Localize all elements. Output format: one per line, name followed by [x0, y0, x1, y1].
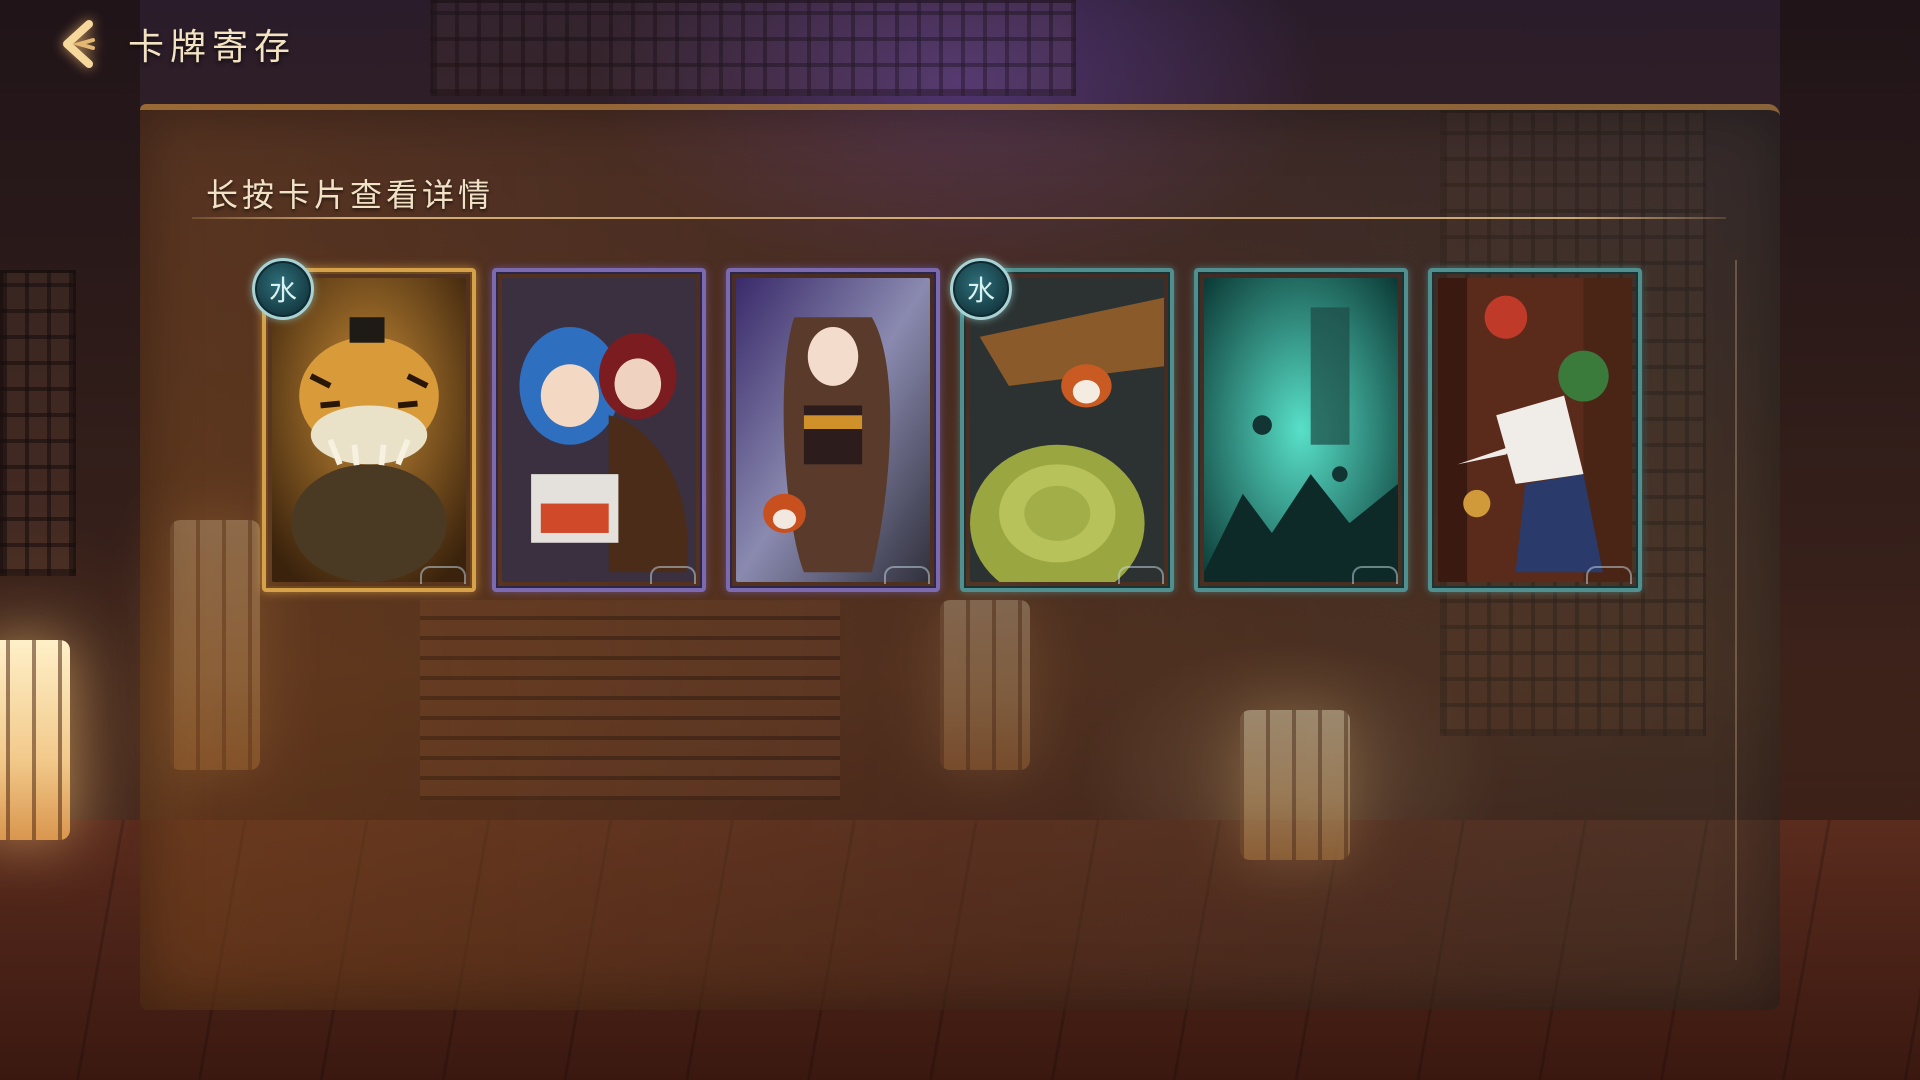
sleeping-blue-haired-girls-art: [502, 278, 696, 582]
game-screen: 卡牌寄存 长按卡片查看详情 水 水: [0, 0, 1920, 1080]
card-corner-ornament: [1118, 566, 1164, 584]
card-row: 水 水: [252, 258, 1662, 596]
background-balcony: [430, 0, 1076, 96]
lantern-left: [0, 640, 70, 840]
card-art: [736, 278, 930, 582]
background-pillar-right: [1780, 0, 1920, 820]
card-6[interactable]: [1428, 268, 1642, 592]
card-5[interactable]: [1194, 268, 1408, 592]
card-corner-ornament: [420, 566, 466, 584]
page-title: 卡牌寄存: [128, 27, 297, 68]
teal-cave-scene-art: [1204, 278, 1398, 582]
panel-divider: [192, 217, 1726, 219]
back-button[interactable]: [44, 14, 114, 74]
water-element-badge: 水: [252, 258, 314, 320]
card-art: [970, 278, 1164, 582]
panel-scroll-track: [1735, 260, 1737, 960]
card-corner-ornament: [1352, 566, 1398, 584]
card-corner-ornament: [1586, 566, 1632, 584]
card-corner-ornament: [650, 566, 696, 584]
tiger-catfish-monster-art: [272, 278, 466, 582]
panel-hint-text: 长按卡片查看详情: [206, 176, 495, 214]
background-window-left: [0, 270, 76, 576]
card-corner-ornament: [884, 566, 930, 584]
water-element-badge: 水: [950, 258, 1012, 320]
card-art: [1204, 278, 1398, 582]
card-art: [1438, 278, 1632, 582]
card-art: [502, 278, 696, 582]
card-3[interactable]: [726, 268, 940, 592]
back-arrow-icon: [63, 20, 95, 68]
card-art: [272, 278, 466, 582]
fox-eared-woman-art: [736, 278, 930, 582]
fox-masked-figure-art: [1438, 278, 1632, 582]
card-2[interactable]: [492, 268, 706, 592]
red-panda-on-turtle-shell-art: [970, 278, 1164, 582]
